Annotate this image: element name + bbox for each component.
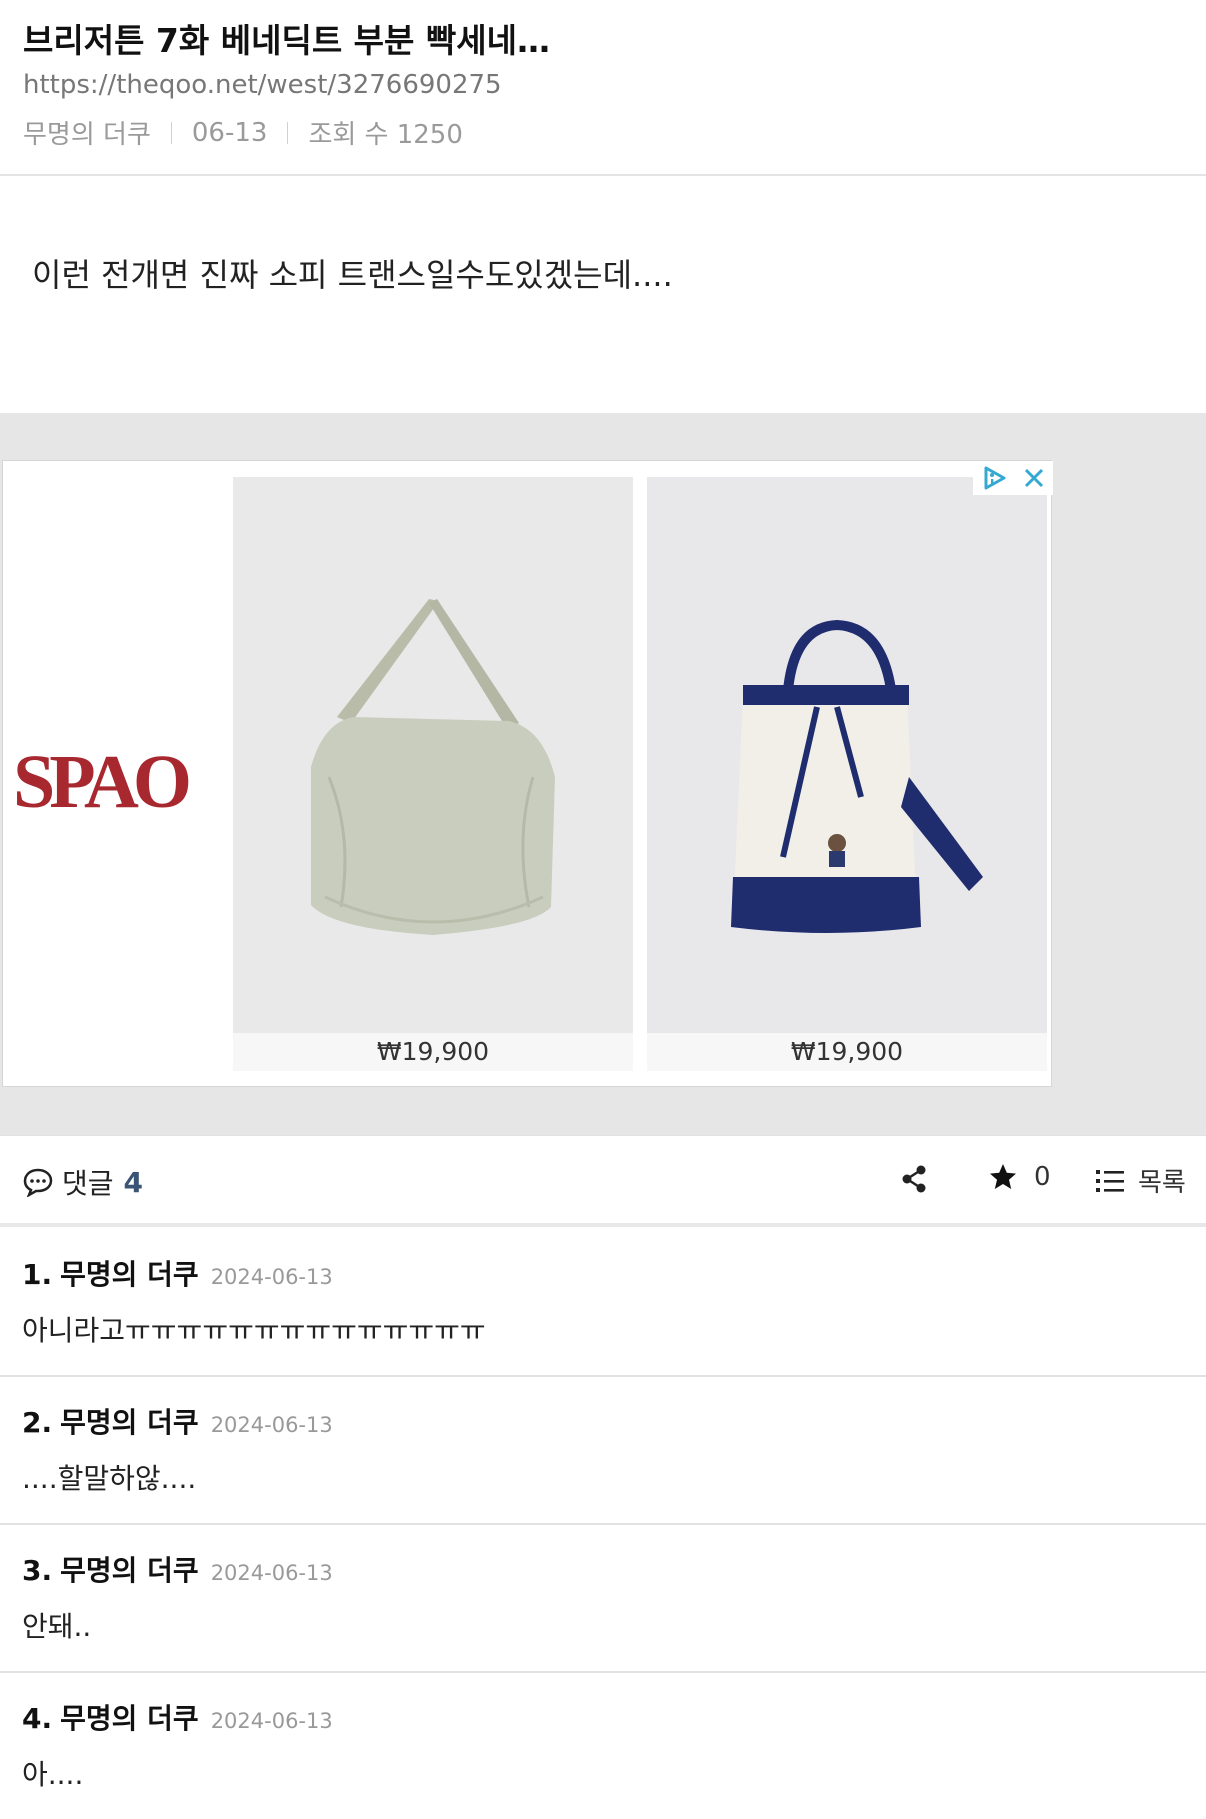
- comment-number: 3.: [22, 1554, 53, 1587]
- list-button[interactable]: 목록: [1096, 1162, 1186, 1199]
- meta-divider: [170, 121, 172, 144]
- star-button[interactable]: 0: [988, 1162, 1051, 1192]
- comment-head: 3. 무명의 더쿠 2024-06-13: [22, 1549, 333, 1589]
- comments-label: 댓글: [62, 1167, 114, 1200]
- comment-number: 4.: [22, 1702, 53, 1735]
- adchoices-icon[interactable]: [980, 464, 1008, 492]
- comment-number: 1.: [22, 1258, 53, 1291]
- comment-head: 1. 무명의 더쿠 2024-06-13: [22, 1253, 333, 1293]
- comment-date: 2024-06-13: [210, 1709, 333, 1733]
- comment-item: 1. 무명의 더쿠 2024-06-13 아니라고ㅠㅠㅠㅠㅠㅠㅠㅠㅠㅠㅠㅠㅠㅠ: [0, 1229, 1206, 1377]
- comment-text: 아니라고ㅠㅠㅠㅠㅠㅠㅠㅠㅠㅠㅠㅠㅠㅠ: [22, 1314, 486, 1347]
- close-icon[interactable]: [1022, 466, 1046, 490]
- share-icon: [902, 1165, 926, 1193]
- ad-product-1[interactable]: ₩19,900: [233, 477, 633, 1071]
- post-header: 브리저튼 7화 베네딕트 부분 빡세네… https://theqoo.net/…: [0, 0, 1206, 176]
- ad-product-2[interactable]: ₩19,900: [647, 477, 1047, 1071]
- comment-author: 무명의 더쿠: [60, 1554, 199, 1587]
- ad-card[interactable]: SPAO ₩19,900 ₩19,900: [2, 460, 1053, 1087]
- post-meta: 무명의 더쿠 06-13 조회 수 1250: [23, 114, 463, 151]
- bucket-bag-image[interactable]: [647, 477, 1047, 1033]
- post-author: 무명의 더쿠: [23, 120, 151, 150]
- ad-controls: [973, 461, 1053, 495]
- comment-bubble-icon: [23, 1168, 53, 1197]
- comment-author: 무명의 더쿠: [60, 1702, 199, 1735]
- comment-item: 2. 무명의 더쿠 2024-06-13 ....할말하않....: [0, 1377, 1206, 1525]
- meta-divider: [287, 121, 289, 144]
- ad-brand-logo[interactable]: SPAO: [13, 739, 192, 826]
- comment-date: 2024-06-13: [210, 1561, 333, 1585]
- comment-text: ....할말하않....: [22, 1462, 197, 1495]
- ad-area: SPAO ₩19,900 ₩19,900: [0, 413, 1206, 1135]
- comment-toolbar: 댓글 4 0 목록: [0, 1135, 1206, 1227]
- list-label: 목록: [1138, 1168, 1186, 1198]
- shoulder-bag-image[interactable]: [233, 477, 633, 1033]
- comment-author: 무명의 더쿠: [60, 1258, 199, 1291]
- comment-text: 아....: [22, 1758, 84, 1791]
- list-icon: [1096, 1169, 1124, 1192]
- comment-number: 2.: [22, 1406, 53, 1439]
- comments-header[interactable]: 댓글 4: [22, 1162, 143, 1202]
- post-body: 이런 전개면 진짜 소피 트랜스일수도있겠는데....: [32, 256, 673, 294]
- star-count: 0: [1034, 1162, 1051, 1192]
- comment-item: 3. 무명의 더쿠 2024-06-13 안돼..: [0, 1525, 1206, 1673]
- comment-date: 2024-06-13: [210, 1413, 333, 1437]
- comment-text: 안돼..: [22, 1610, 92, 1643]
- post-views: 조회 수 1250: [308, 120, 463, 150]
- post-title: 브리저튼 7화 베네딕트 부분 빡세네…: [23, 21, 550, 60]
- comment-date: 2024-06-13: [210, 1265, 333, 1289]
- share-button[interactable]: [900, 1164, 928, 1198]
- comment-author: 무명의 더쿠: [60, 1406, 199, 1439]
- comment-head: 4. 무명의 더쿠 2024-06-13: [22, 1697, 333, 1737]
- comment-item: 4. 무명의 더쿠 2024-06-13 아....: [0, 1673, 1206, 1819]
- comment-head: 2. 무명의 더쿠 2024-06-13: [22, 1401, 333, 1441]
- comments-count: 4: [123, 1165, 144, 1199]
- product-price: ₩19,900: [790, 1037, 904, 1066]
- post-url[interactable]: https://theqoo.net/west/3276690275: [23, 70, 502, 100]
- star-icon: [990, 1164, 1016, 1189]
- post-date: 06-13: [191, 117, 268, 148]
- product-price: ₩19,900: [376, 1037, 490, 1066]
